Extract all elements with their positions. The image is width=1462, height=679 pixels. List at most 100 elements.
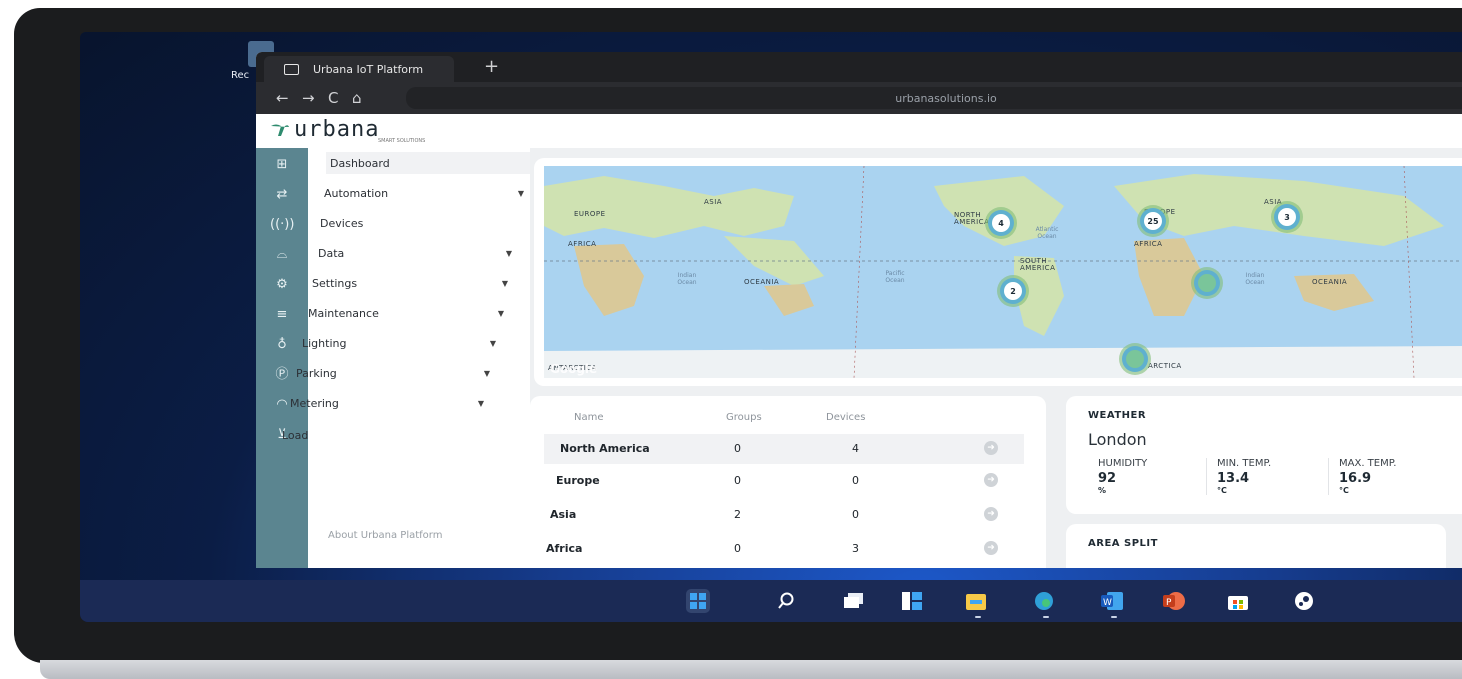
windows-start-icon[interactable]	[686, 589, 710, 613]
side-menu: Dashboard Automation ▼ Devices Data ▼ Se…	[282, 148, 534, 568]
desktop-icon-label: Rec	[231, 70, 250, 81]
table-row[interactable]: North America 0 4 ➜	[544, 434, 1024, 464]
about-link[interactable]: About Urbana Platform	[328, 530, 442, 541]
continent-label: AFRICA	[1134, 240, 1163, 248]
map-cluster-marker[interactable]	[1122, 346, 1148, 372]
arrows-icon[interactable]: ⇄	[270, 186, 294, 204]
parking-icon[interactable]: Ⓟ	[270, 366, 294, 384]
address-bar: ← → C ⌂ urbanasolutions.io	[256, 82, 1462, 114]
menu-label: Settings	[312, 276, 358, 290]
groups-count: 0	[734, 474, 741, 487]
table-row[interactable]: Asia 2 0 ➜	[544, 500, 1024, 530]
table-row[interactable]: Europe 0 0 ➜	[544, 466, 1024, 496]
groups-count: 0	[734, 542, 741, 555]
forward-icon[interactable]: →	[302, 89, 315, 107]
menu-label: Data	[318, 246, 345, 260]
file-explorer-icon[interactable]	[964, 589, 988, 613]
bulb-icon[interactable]: ♁	[270, 336, 294, 354]
metric-label: MIN. TEMP.	[1217, 458, 1272, 469]
menu-label: Automation	[324, 186, 389, 200]
ocean-label: Atlantic Ocean	[1035, 226, 1059, 240]
groups-count: 0	[734, 442, 741, 455]
reload-icon[interactable]: C	[328, 89, 338, 107]
caret-down-icon: ▼	[505, 248, 512, 258]
signal-icon[interactable]: ((·))	[270, 216, 294, 234]
menu-item-load[interactable]: Load	[282, 424, 476, 446]
svg-text:P: P	[1166, 598, 1172, 608]
menu-item-parking[interactable]: Parking ▼	[296, 362, 490, 384]
row-arrow-icon[interactable]: ➜	[984, 507, 998, 521]
humidity-metric: HUMIDITY 92 %	[1088, 458, 1208, 495]
continent-label: ASIA	[704, 198, 723, 206]
inbox-icon[interactable]: ⌓	[270, 246, 294, 264]
menu-item-settings[interactable]: Settings ▼	[312, 272, 508, 294]
regions-table: Name Groups Devices North America 0 4 ➜ …	[530, 396, 1046, 568]
map-cluster-marker[interactable]: 3	[1274, 204, 1300, 230]
continent-label: AFRICA	[568, 240, 597, 248]
svg-text:W: W	[1103, 598, 1112, 608]
row-arrow-icon[interactable]: ➜	[984, 441, 998, 455]
row-arrow-icon[interactable]: ➜	[984, 541, 998, 555]
map-cluster-marker[interactable]	[1194, 270, 1220, 296]
caret-down-icon: ▼	[489, 338, 496, 348]
menu-item-devices[interactable]: Devices	[320, 212, 520, 234]
caret-down-icon: ▼	[477, 398, 484, 408]
table-row[interactable]: Africa 0 3 ➜	[544, 534, 1024, 564]
column-header: Name	[574, 412, 604, 423]
logo-text: urbana	[294, 117, 380, 142]
menu-item-data[interactable]: Data ▼	[318, 242, 512, 264]
browser-tab[interactable]: Urbana IoT Platform	[264, 56, 454, 82]
grid-icon[interactable]: ⊞	[270, 156, 294, 174]
dashboard-content: EUROPE ASIA AFRICA NORTH AMERICA EUROPE …	[530, 148, 1462, 568]
url-field[interactable]: urbanasolutions.io	[406, 87, 1462, 109]
menu-label: Maintenance	[308, 306, 379, 320]
powerpoint-icon[interactable]: P	[1162, 589, 1186, 613]
devices-count: 0	[852, 474, 859, 487]
devices-count: 3	[852, 542, 859, 555]
ocean-label: Pacific Ocean	[885, 270, 905, 284]
gear-icon[interactable]: ⚙	[270, 276, 294, 294]
metric-unit: %	[1098, 486, 1107, 495]
menu-label: Load	[282, 428, 309, 442]
ocean-label: Indian Ocean	[677, 272, 697, 286]
screen: Rec Urbana IoT Platform + ← → C ⌂ urbana…	[80, 32, 1462, 622]
map-cluster-marker[interactable]: 2	[1000, 278, 1026, 304]
region-name: North America	[560, 442, 650, 455]
task-view-icon[interactable]	[842, 589, 866, 613]
devices-count: 0	[852, 508, 859, 521]
region-name: Europe	[556, 474, 600, 487]
world-map[interactable]: EUROPE ASIA AFRICA NORTH AMERICA EUROPE …	[544, 166, 1462, 378]
menu-item-metering[interactable]: Metering ▼	[290, 392, 484, 414]
row-arrow-icon[interactable]: ➜	[984, 473, 998, 487]
continent-label: EUROPE	[574, 210, 606, 218]
running-indicator	[1111, 616, 1117, 618]
steam-icon[interactable]	[1292, 589, 1316, 613]
back-icon[interactable]: ←	[276, 89, 289, 107]
ocean-label: Indian Ocean	[1245, 272, 1265, 286]
menu-item-maintenance[interactable]: Maintenance ▼	[308, 302, 504, 324]
running-indicator	[975, 616, 981, 618]
edge-icon[interactable]	[1032, 589, 1056, 613]
menu-item-dashboard[interactable]: Dashboard	[326, 152, 534, 174]
store-icon[interactable]	[1226, 589, 1250, 613]
devices-count: 4	[852, 442, 859, 455]
groups-count: 2	[734, 508, 741, 521]
menu-label: Parking	[296, 366, 337, 380]
metric-value: 92	[1098, 471, 1117, 486]
search-icon[interactable]	[774, 589, 798, 613]
home-icon[interactable]: ⌂	[352, 89, 362, 107]
word-icon[interactable]: W	[1100, 589, 1124, 613]
map-cluster-marker[interactable]: 4	[988, 210, 1014, 236]
map-cluster-marker[interactable]: 25	[1140, 208, 1166, 234]
sliders-icon[interactable]: ≡	[270, 306, 294, 324]
menu-item-automation[interactable]: Automation ▼	[324, 182, 524, 204]
min-temp-metric: MIN. TEMP. 13.4 °C	[1206, 458, 1327, 495]
menu-label: Dashboard	[330, 156, 390, 170]
widgets-icon[interactable]	[900, 589, 924, 613]
metric-value: 16.9	[1339, 471, 1372, 486]
metric-unit: °C	[1339, 486, 1349, 495]
new-tab-button[interactable]: +	[484, 56, 499, 77]
region-name: Africa	[546, 542, 583, 555]
menu-item-lighting[interactable]: Lighting ▼	[302, 332, 496, 354]
region-name: Asia	[550, 508, 577, 521]
